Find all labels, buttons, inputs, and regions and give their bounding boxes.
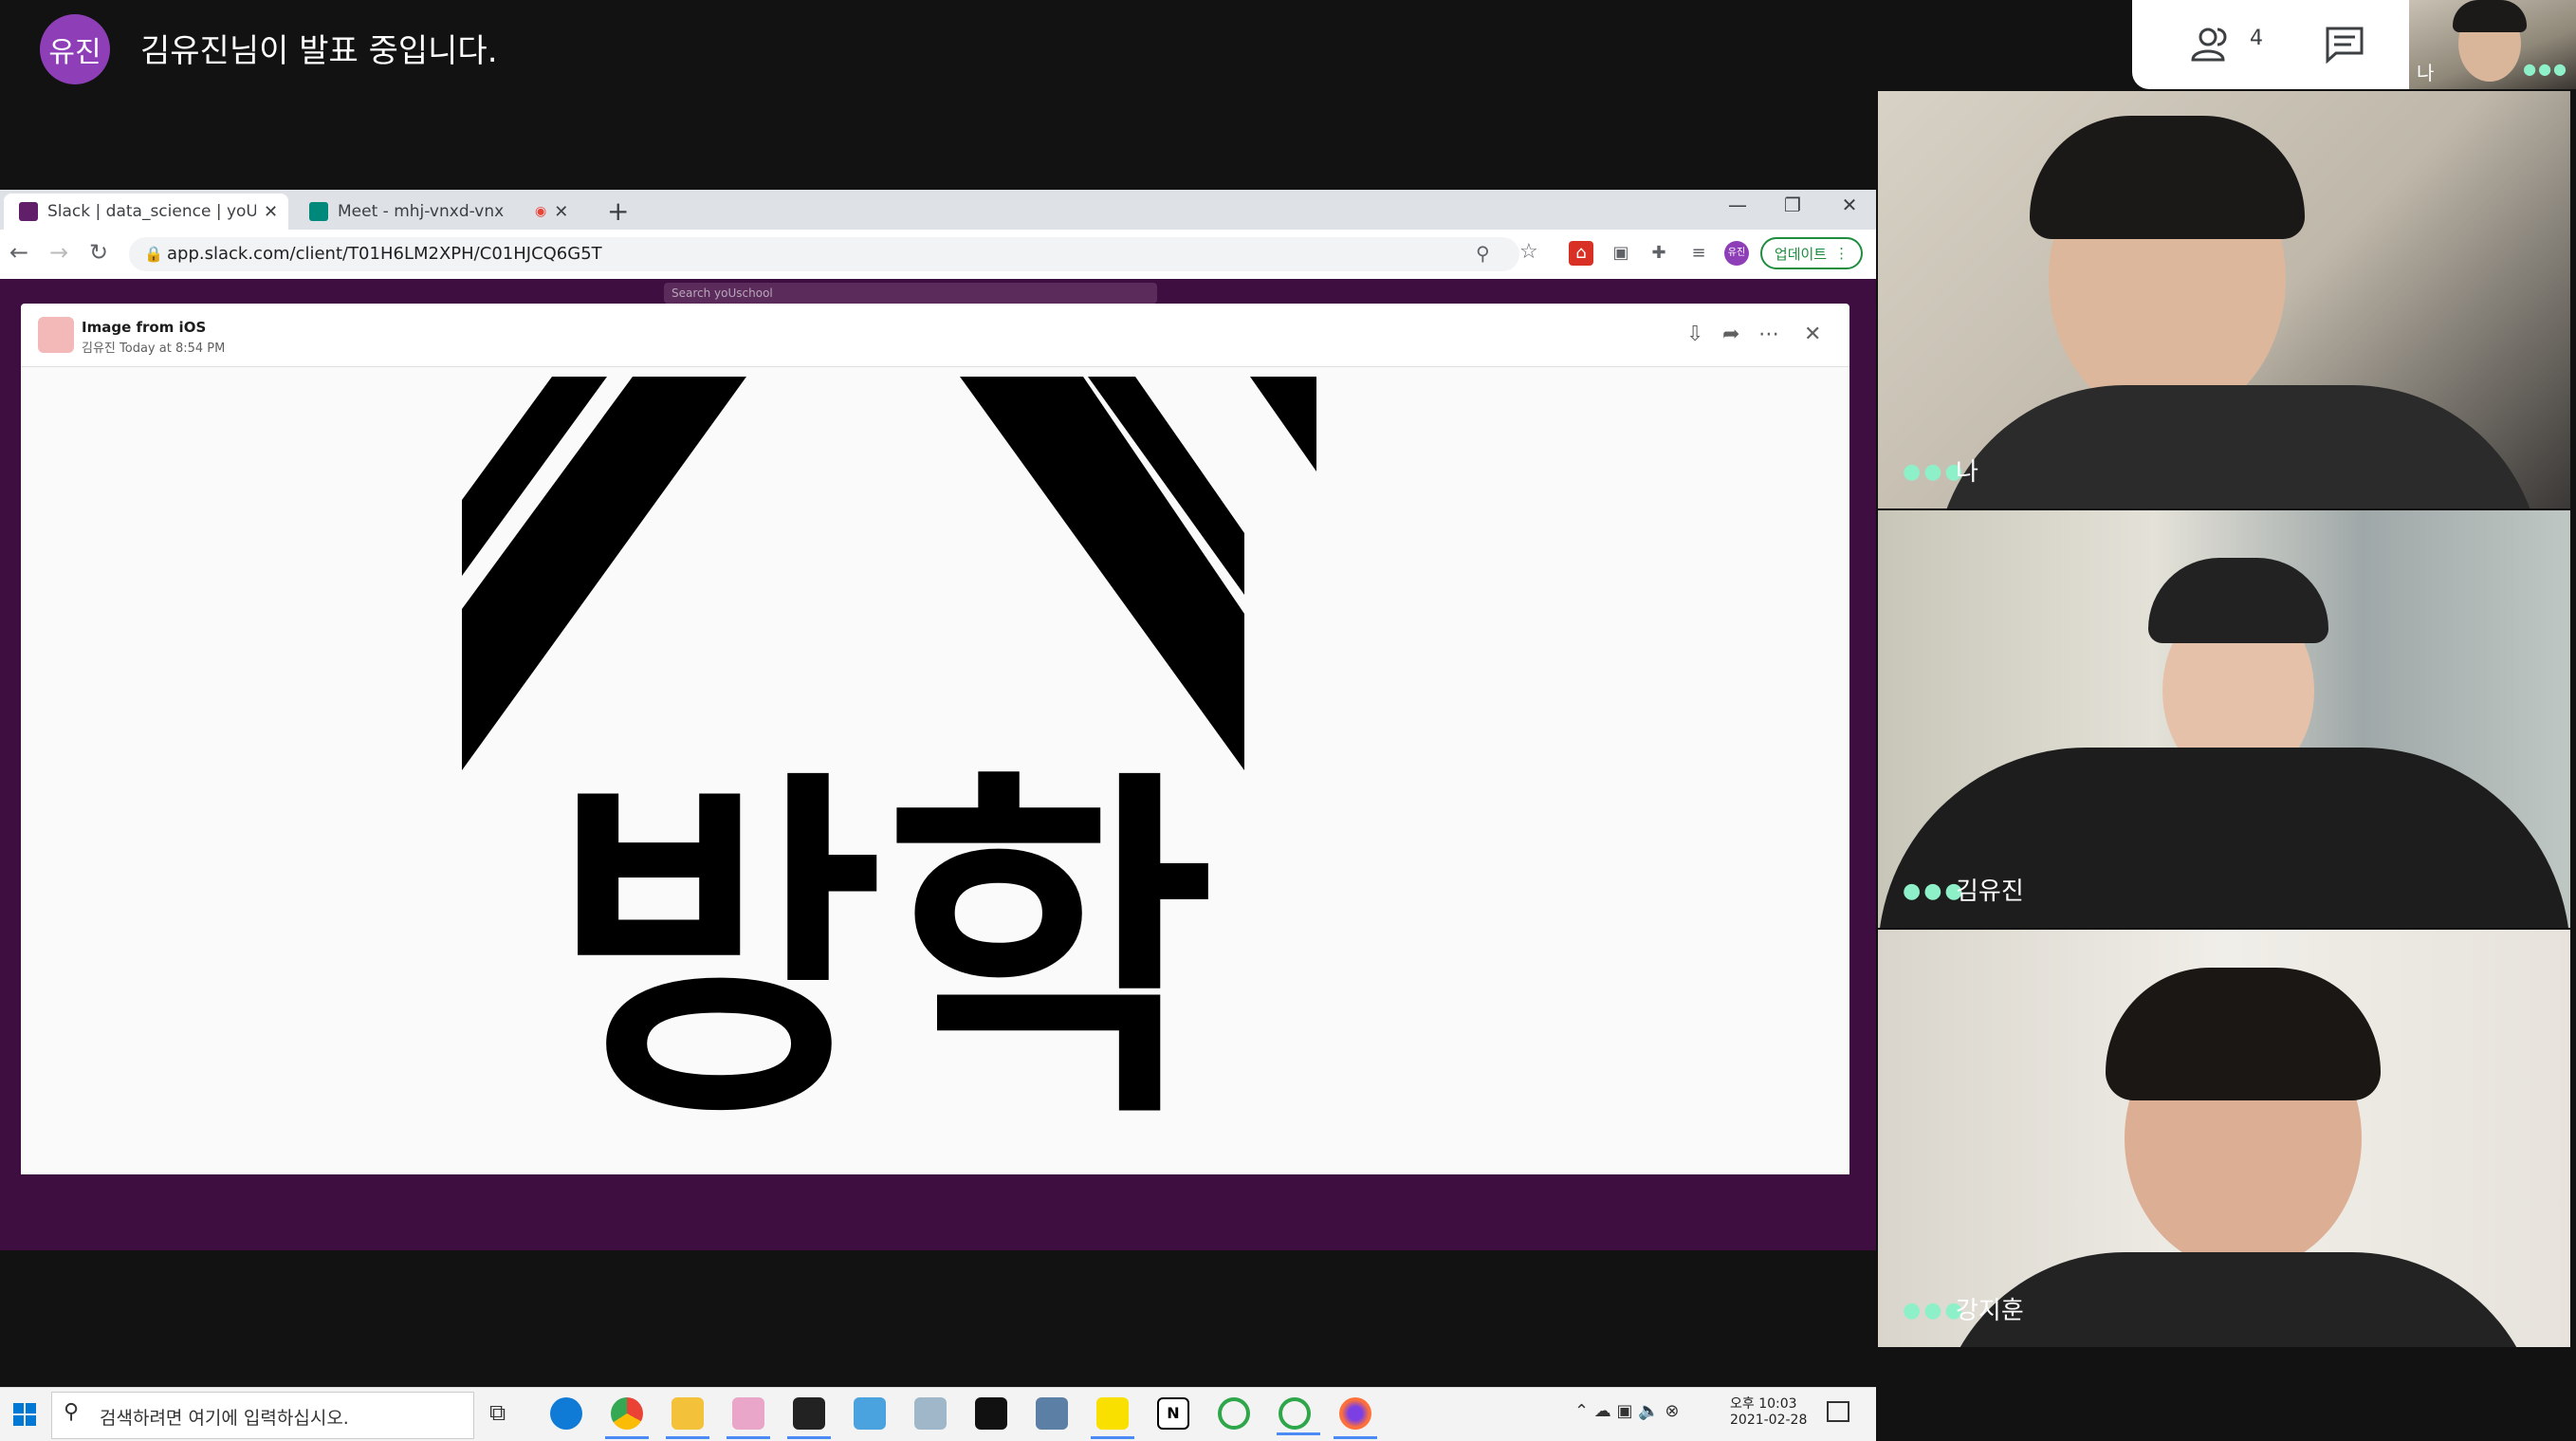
meet-top-controls: 4 bbox=[2132, 0, 2409, 89]
lock-icon: 🔒 bbox=[144, 245, 163, 263]
clock-date[interactable]: 2021-02-28 bbox=[1730, 1413, 1807, 1428]
address-bar[interactable]: 🔒 app.slack.com/client/T01H6LM2XPH/C01HJ… bbox=[129, 237, 1538, 271]
participants-count: 4 bbox=[2250, 27, 2263, 50]
notion-icon[interactable]: N bbox=[1157, 1397, 1189, 1430]
windows-start-icon[interactable] bbox=[11, 1401, 38, 1428]
slack-icon bbox=[19, 202, 38, 221]
participant-hair bbox=[2030, 116, 2305, 239]
menu-dots-icon: ⋮ bbox=[1834, 245, 1849, 262]
participant-name: 강지훈 bbox=[1956, 1297, 2024, 1325]
bookmark-star-icon[interactable]: ☆ bbox=[1519, 240, 1538, 264]
presenter-banner: 김유진님이 발표 중입니다. bbox=[140, 32, 498, 70]
extensions-puzzle-icon[interactable]: ✚ bbox=[1647, 241, 1671, 266]
image-meta: 김유진 Today at 8:54 PM bbox=[82, 342, 226, 356]
self-hair bbox=[2453, 0, 2527, 32]
participant-name: 김유진 bbox=[1956, 878, 2024, 906]
participant-name: 나 bbox=[1956, 458, 1978, 487]
update-button[interactable]: 업데이트 ⋮ bbox=[1760, 237, 1863, 269]
forward-icon[interactable]: → bbox=[49, 239, 68, 266]
onedrive-icon[interactable] bbox=[854, 1397, 886, 1430]
tab-slack[interactable]: Slack | data_science | yoUschool ✕ bbox=[4, 194, 288, 230]
shared-browser-window: Slack | data_science | yoUschool ✕ Meet … bbox=[0, 190, 1876, 1441]
reload-icon[interactable]: ↻ bbox=[89, 239, 108, 266]
participant-hair bbox=[2106, 968, 2381, 1100]
bangkak-graphic: 방학 bbox=[462, 377, 1316, 1162]
people-icon bbox=[2191, 28, 2227, 62]
shared-image: 방학 bbox=[21, 367, 1849, 1174]
chat-icon bbox=[2326, 27, 2364, 64]
search-icon: ⚲ bbox=[64, 1400, 80, 1424]
share-icon[interactable]: ➦ bbox=[1722, 323, 1739, 346]
notification-center-icon[interactable] bbox=[1827, 1401, 1849, 1422]
tab-label: Meet - mhj-vnxd-vnx bbox=[338, 202, 505, 221]
sync-app-2-icon[interactable] bbox=[1277, 1397, 1320, 1435]
reading-list-icon[interactable]: ≡ bbox=[1686, 241, 1711, 266]
taskbar-search-input[interactable]: ⚲ 검색하려면 여기에 입력하십시오. bbox=[51, 1392, 474, 1439]
participant-shirt bbox=[1935, 385, 2542, 508]
more-options-icon[interactable]: ●●● bbox=[2523, 60, 2568, 78]
sync-app-icon[interactable] bbox=[1218, 1397, 1250, 1430]
browser-toolbar: ← → ↻ 🔒 app.slack.com/client/T01H6LM2XPH… bbox=[0, 230, 1876, 280]
tab-label: Slack | data_science | yoUschool bbox=[47, 202, 256, 221]
new-tab-icon[interactable]: + bbox=[607, 195, 629, 227]
file-explorer-icon[interactable] bbox=[666, 1397, 709, 1439]
edge-icon[interactable] bbox=[550, 1397, 582, 1430]
back-icon[interactable]: ← bbox=[9, 239, 28, 266]
close-icon[interactable]: ✕ bbox=[264, 202, 278, 222]
modal-close-icon[interactable]: ✕ bbox=[1804, 323, 1821, 346]
people-button[interactable]: 4 bbox=[2168, 13, 2263, 76]
meet-icon bbox=[309, 202, 328, 221]
zoom-icon[interactable]: ⚲ bbox=[1476, 242, 1490, 265]
participant-tile[interactable]: ●●● 나 bbox=[1878, 91, 2570, 508]
windows-taskbar: ⚲ 검색하려면 여기에 입력하십시오. ⧉ N ⌃ ☁ ▣ 🔈 ⊗ 오후 10:… bbox=[0, 1387, 1876, 1441]
close-icon[interactable]: ✕ bbox=[554, 202, 568, 222]
chrome-icon[interactable] bbox=[605, 1397, 649, 1439]
paint-icon[interactable] bbox=[914, 1397, 947, 1430]
update-label: 업데이트 bbox=[1774, 245, 1828, 263]
terminal-icon[interactable] bbox=[975, 1397, 1007, 1430]
firefox-icon[interactable] bbox=[1334, 1397, 1377, 1439]
window-close-icon[interactable]: ✕ bbox=[1831, 194, 1868, 216]
profile-avatar[interactable]: 유진 bbox=[1724, 241, 1749, 266]
snipping-tool-icon[interactable] bbox=[727, 1397, 770, 1439]
taskbar-search-placeholder: 검색하려면 여기에 입력하십시오. bbox=[100, 1408, 349, 1429]
download-icon[interactable]: ⇩ bbox=[1686, 323, 1703, 346]
recording-icon: ◉ bbox=[535, 204, 547, 219]
sticky-notes-icon[interactable] bbox=[787, 1397, 831, 1439]
calculator-icon[interactable] bbox=[1036, 1397, 1068, 1430]
slack-search-input[interactable]: Search yoUschool bbox=[664, 283, 1157, 304]
tab-meet[interactable]: Meet - mhj-vnxd-vnx ◉ ✕ bbox=[294, 194, 588, 230]
more-actions-icon[interactable]: ⋯ bbox=[1758, 323, 1779, 346]
participant-tile[interactable]: ●●● 강지훈 bbox=[1878, 930, 2570, 1347]
restore-icon[interactable]: ❐ bbox=[1774, 194, 1812, 216]
minimize-icon[interactable]: — bbox=[1719, 194, 1757, 216]
image-title: Image from iOS bbox=[82, 319, 207, 336]
task-view-icon[interactable]: ⧉ bbox=[489, 1399, 506, 1426]
system-tray-icons[interactable]: ⌃ ☁ ▣ 🔈 ⊗ bbox=[1574, 1401, 1679, 1421]
pdf-extension-icon[interactable]: ⌂ bbox=[1569, 241, 1593, 266]
presenter-avatar: 유진 bbox=[40, 14, 110, 84]
clock-time[interactable]: 오후 10:03 bbox=[1730, 1394, 1797, 1413]
url-text: app.slack.com/client/T01H6LM2XPH/C01HJCQ… bbox=[167, 244, 602, 264]
self-thumb-label: 나 bbox=[2417, 62, 2435, 84]
tab-bar: Slack | data_science | yoUschool ✕ Meet … bbox=[0, 190, 1876, 230]
image-text: 방학 bbox=[552, 742, 1215, 1162]
kakaotalk-icon[interactable] bbox=[1091, 1397, 1134, 1439]
uploader-avatar bbox=[38, 317, 74, 353]
participant-tile[interactable]: ●●● 김유진 bbox=[1878, 510, 2570, 928]
modal-header: Image from iOS 김유진 Today at 8:54 PM ⇩ ➦ … bbox=[21, 304, 1849, 367]
chat-button[interactable] bbox=[2299, 13, 2390, 76]
reader-extension-icon[interactable]: ▣ bbox=[1609, 241, 1633, 266]
participant-cap bbox=[2148, 558, 2328, 643]
self-view-thumbnail[interactable]: 나 ●●● bbox=[2409, 0, 2576, 89]
image-viewer-modal: Image from iOS 김유진 Today at 8:54 PM ⇩ ➦ … bbox=[21, 304, 1849, 1174]
participant-shirt bbox=[1935, 1252, 2542, 1347]
